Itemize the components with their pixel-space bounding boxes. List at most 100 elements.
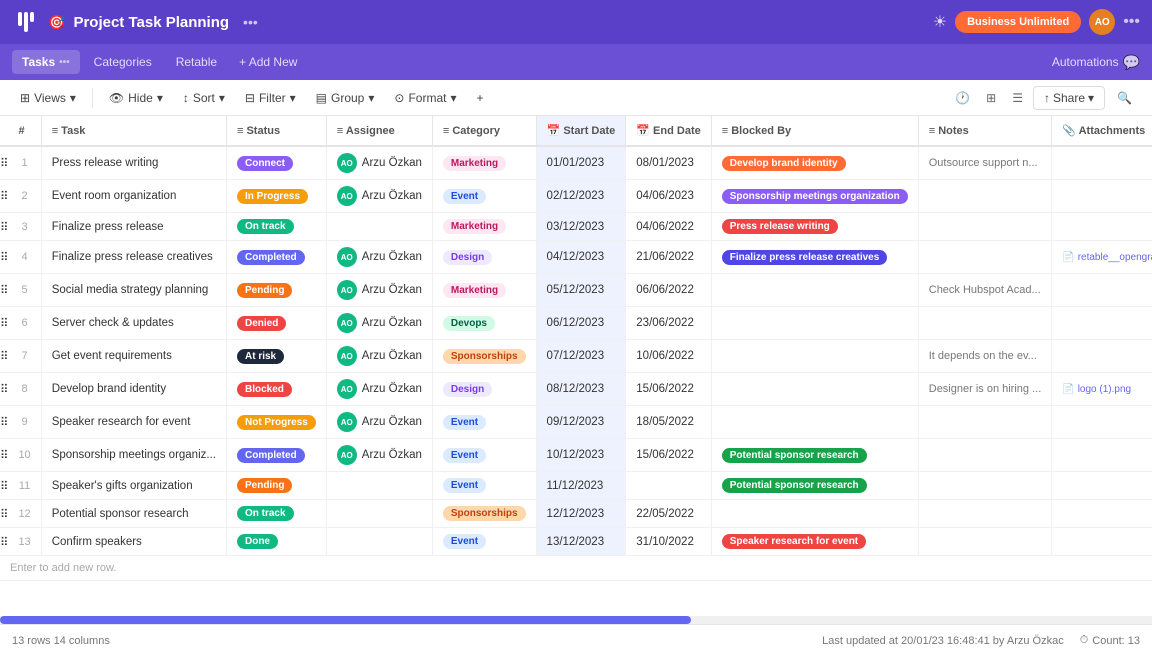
status-cell[interactable]: On track (226, 213, 326, 241)
end-date-cell[interactable]: 23/06/2022 (626, 307, 711, 340)
task-col-header[interactable]: ≡ Task (41, 116, 226, 146)
views-button[interactable]: ⊞ Views ▾ (12, 87, 84, 109)
task-name-cell[interactable]: Potential sponsor research (41, 500, 226, 528)
blocked-by-cell[interactable] (711, 274, 918, 307)
task-name-cell[interactable]: Press release writing (41, 146, 226, 180)
drag-handle[interactable]: ⠿ (0, 373, 8, 406)
attachments-cell[interactable] (1052, 340, 1152, 373)
drag-handle[interactable]: ⠿ (0, 472, 8, 500)
attachments-cell[interactable]: 📄retable__opengraph.j (1052, 241, 1152, 274)
notes-cell[interactable] (918, 406, 1052, 439)
notes-cell[interactable]: Check Hubspot Acad... (918, 274, 1052, 307)
notes-cell[interactable]: Outsource support n... (918, 146, 1052, 180)
sun-icon[interactable]: ☀ (933, 12, 947, 32)
notes-col-header[interactable]: ≡ Notes (918, 116, 1052, 146)
end-date-cell[interactable] (626, 472, 711, 500)
group-button[interactable]: ▤ Group ▾ (308, 87, 383, 109)
attachments-cell[interactable] (1052, 307, 1152, 340)
assignee-cell[interactable]: AOArzu Özkan (326, 146, 432, 180)
blocked-by-col-header[interactable]: ≡ Blocked By (711, 116, 918, 146)
drag-handle[interactable]: ⠿ (0, 146, 8, 180)
blocked-by-cell[interactable]: Press release writing (711, 213, 918, 241)
chat-icon[interactable]: 💬 (1123, 54, 1140, 71)
notes-cell[interactable] (918, 472, 1052, 500)
attachments-cell[interactable] (1052, 146, 1152, 180)
assignee-cell[interactable]: AOArzu Özkan (326, 373, 432, 406)
share-button[interactable]: ↑ Share ▾ (1033, 86, 1105, 110)
start-date-cell[interactable]: 04/12/2023 (536, 241, 626, 274)
drag-handle[interactable]: ⠿ (0, 406, 8, 439)
category-cell[interactable]: Marketing (432, 213, 536, 241)
assignee-cell[interactable] (326, 528, 432, 556)
start-date-col-header[interactable]: 📅 Start Date (536, 116, 626, 146)
task-name-cell[interactable]: Speaker's gifts organization (41, 472, 226, 500)
category-cell[interactable]: Sponsorships (432, 340, 536, 373)
blocked-by-cell[interactable]: Speaker research for event (711, 528, 918, 556)
notes-cell[interactable] (918, 439, 1052, 472)
task-name-cell[interactable]: Finalize press release creatives (41, 241, 226, 274)
blocked-by-cell[interactable] (711, 500, 918, 528)
start-date-cell[interactable]: 07/12/2023 (536, 340, 626, 373)
view-toggle-icon[interactable]: ⊞ (980, 87, 1002, 109)
category-cell[interactable]: Event (432, 472, 536, 500)
blocked-by-cell[interactable] (711, 406, 918, 439)
notes-cell[interactable]: Designer is on hiring ... (918, 373, 1052, 406)
start-date-cell[interactable]: 05/12/2023 (536, 274, 626, 307)
status-cell[interactable]: Pending (226, 472, 326, 500)
drag-handle[interactable]: ⠿ (0, 180, 8, 213)
attachments-cell[interactable] (1052, 439, 1152, 472)
end-date-cell[interactable]: 31/10/2022 (626, 528, 711, 556)
status-cell[interactable]: Denied (226, 307, 326, 340)
attachments-cell[interactable] (1052, 274, 1152, 307)
end-date-cell[interactable]: 06/06/2022 (626, 274, 711, 307)
assignee-cell[interactable]: AOArzu Özkan (326, 307, 432, 340)
drag-handle[interactable]: ⠿ (0, 274, 8, 307)
notes-cell[interactable] (918, 528, 1052, 556)
category-cell[interactable]: Marketing (432, 146, 536, 180)
task-name-cell[interactable]: Develop brand identity (41, 373, 226, 406)
task-name-cell[interactable]: Speaker research for event (41, 406, 226, 439)
end-date-cell[interactable]: 15/06/2022 (626, 439, 711, 472)
task-name-cell[interactable]: Sponsorship meetings organiz... (41, 439, 226, 472)
end-date-cell[interactable]: 08/01/2023 (626, 146, 711, 180)
drag-handle[interactable]: ⠿ (0, 439, 8, 472)
task-name-cell[interactable]: Server check & updates (41, 307, 226, 340)
notes-cell[interactable]: It depends on the ev... (918, 340, 1052, 373)
attachments-cell[interactable] (1052, 500, 1152, 528)
assignee-cell[interactable]: AOArzu Özkan (326, 274, 432, 307)
drag-handle[interactable]: ⠿ (0, 307, 8, 340)
notes-cell[interactable] (918, 307, 1052, 340)
blocked-by-cell[interactable] (711, 373, 918, 406)
status-cell[interactable]: In Progress (226, 180, 326, 213)
sort-button[interactable]: ↕ Sort ▾ (175, 87, 233, 109)
format-button[interactable]: ⊙ Format ▾ (386, 87, 464, 109)
status-cell[interactable]: On track (226, 500, 326, 528)
end-date-cell[interactable]: 22/05/2022 (626, 500, 711, 528)
drag-handle[interactable]: ⠿ (0, 500, 8, 528)
category-cell[interactable]: Design (432, 241, 536, 274)
add-column-button[interactable]: + (469, 87, 492, 109)
blocked-by-cell[interactable]: Potential sponsor research (711, 439, 918, 472)
status-cell[interactable]: Completed (226, 241, 326, 274)
category-cell[interactable]: Devops (432, 307, 536, 340)
attachments-col-header[interactable]: 📎 Attachments (1052, 116, 1152, 146)
blocked-by-cell[interactable] (711, 340, 918, 373)
end-date-col-header[interactable]: 📅 End Date (626, 116, 711, 146)
assignee-cell[interactable]: AOArzu Özkan (326, 406, 432, 439)
assignee-col-header[interactable]: ≡ Assignee (326, 116, 432, 146)
end-date-cell[interactable]: 18/05/2022 (626, 406, 711, 439)
drag-handle[interactable]: ⠿ (0, 340, 8, 373)
blocked-by-cell[interactable]: Develop brand identity (711, 146, 918, 180)
search-icon[interactable]: 🔍 (1109, 87, 1140, 109)
attachments-cell[interactable] (1052, 213, 1152, 241)
blocked-by-cell[interactable]: Finalize press release creatives (711, 241, 918, 274)
start-date-cell[interactable]: 12/12/2023 (536, 500, 626, 528)
assignee-cell[interactable] (326, 472, 432, 500)
blocked-by-cell[interactable] (711, 307, 918, 340)
assignee-cell[interactable]: AOArzu Özkan (326, 340, 432, 373)
category-cell[interactable]: Event (432, 406, 536, 439)
status-cell[interactable]: Blocked (226, 373, 326, 406)
start-date-cell[interactable]: 10/12/2023 (536, 439, 626, 472)
tab-retable[interactable]: Retable (166, 50, 227, 74)
drag-handle[interactable]: ⠿ (0, 528, 8, 556)
